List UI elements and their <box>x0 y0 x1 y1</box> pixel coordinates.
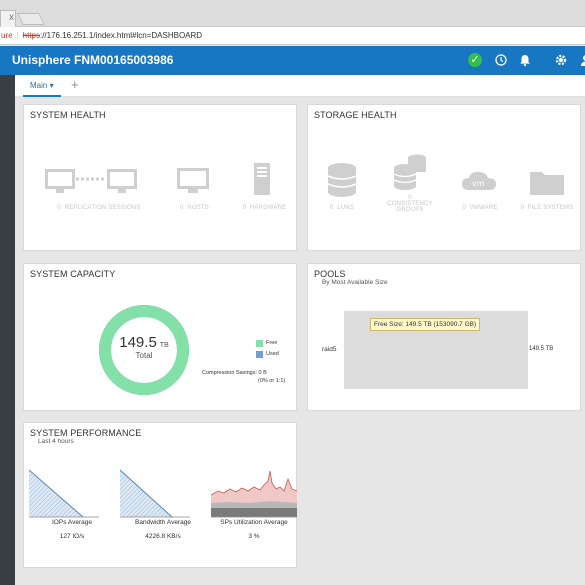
vmware-label[interactable]: 0 VMWARE <box>456 205 504 211</box>
performance-subtitle: Last 4 hours <box>38 438 74 445</box>
folder-icon[interactable] <box>529 168 565 196</box>
legend-used-swatch <box>256 351 263 358</box>
svg-text:vm: vm <box>472 179 485 188</box>
label: FILE SYSTEMS <box>527 205 574 211</box>
count: 0 <box>329 205 334 211</box>
browser-tabstrip: x <box>0 0 585 27</box>
sp-utilization-value: 3 % <box>248 533 260 540</box>
hardware-icon[interactable] <box>253 162 271 196</box>
file-systems-label[interactable]: 0 FILE SYSTEMS <box>516 205 578 211</box>
alerts-bell-icon[interactable] <box>518 53 532 67</box>
capacity-total-label: Total <box>135 351 153 360</box>
bandwidth-average-value: 4226.8 KB/s <box>145 533 181 540</box>
system-performance-panel: SYSTEM PERFORMANCE Last 4 hours IOPs Ave… <box>23 422 298 568</box>
luns-label[interactable]: 0 LUNS <box>322 205 362 211</box>
legend-used-label: Used <box>266 351 279 357</box>
vmware-icon[interactable]: vm <box>461 170 497 192</box>
settings-gear-icon[interactable] <box>554 53 568 67</box>
iops-average-value: 127 IO/s <box>59 533 85 540</box>
pools-subtitle: By Most Available Size <box>322 279 388 286</box>
system-capacity-panel: SYSTEM CAPACITY 149.5 TB Total Free Used … <box>23 263 297 411</box>
sp-utilization-label: SPs Utilization Average <box>220 519 288 526</box>
dashboard-tabs: Main ▾ + <box>15 75 585 97</box>
new-tab-button[interactable] <box>17 13 45 25</box>
tab-main-label: Main <box>30 81 48 90</box>
pool-name: raid5 <box>322 346 337 353</box>
replication-icon[interactable] <box>44 167 139 197</box>
label: HOSTS <box>187 205 209 211</box>
consistency-groups-icon[interactable] <box>392 152 428 190</box>
health-ok-icon[interactable]: ✓ <box>468 53 482 67</box>
tab-main[interactable]: Main ▾ <box>23 75 61 97</box>
bandwidth-average-label: Bandwidth Average <box>135 519 191 526</box>
consistency-groups-label[interactable]: 0 CONSISTENCY GROUPS <box>382 195 438 213</box>
app-title: Unisphere FNM00165003986 <box>12 53 174 67</box>
hosts-label[interactable]: 0 HOSTS <box>172 205 217 211</box>
label-line2: GROUPS <box>396 207 424 213</box>
panel-title: POOLS <box>314 269 346 279</box>
chevron-down-icon: ▾ <box>49 81 54 90</box>
lun-icon[interactable] <box>326 162 358 198</box>
panel-title: SYSTEM HEALTH <box>30 110 106 120</box>
address-separator: | <box>16 31 19 40</box>
security-warning[interactable]: ure <box>0 31 13 40</box>
tab-close-icon[interactable]: x <box>9 12 14 23</box>
count: 0 <box>57 205 61 211</box>
capacity-total-value: 149.5 <box>119 334 157 351</box>
replication-sessions-label[interactable]: 0 REPLICATION SESSIONS <box>44 205 154 211</box>
panel-title: STORAGE HEALTH <box>314 110 397 120</box>
legend-free-label: Free <box>266 340 278 346</box>
compression-savings: Compression Savings: 0 B <box>202 370 267 376</box>
sp-utilization-sparkline[interactable] <box>210 469 298 519</box>
url-text: ://176.16.251.1/index.html#lcn=DASHBOARD <box>39 31 203 40</box>
legend-free-swatch <box>256 340 263 347</box>
label: HARDWARE <box>249 205 287 211</box>
label: VMWARE <box>469 205 498 211</box>
label: LUNS <box>337 205 355 211</box>
pool-size: 149.5 TB <box>529 346 554 352</box>
panel-title: SYSTEM CAPACITY <box>30 269 116 279</box>
pools-panel: POOLS By Most Available Size raid5 149.5… <box>307 263 581 411</box>
capacity-total-unit: TB <box>159 342 169 349</box>
left-navigation-strip[interactable] <box>0 75 15 585</box>
storage-health-panel: STORAGE HEALTH 0 LUNS 0 CONSISTENCY GROUPS… <box>307 104 581 251</box>
pool-tooltip: Free Size: 149.5 TB (153090.7 GB) <box>370 318 481 331</box>
iops-sparkline[interactable] <box>28 469 100 519</box>
count: 0 <box>180 205 184 211</box>
panel-title: SYSTEM PERFORMANCE <box>30 428 142 438</box>
compression-ratio: (0% or 1:1) <box>258 378 286 384</box>
address-bar[interactable]: ure | https://176.16.251.1/index.html#lcn=… <box>0 27 585 45</box>
user-icon[interactable] <box>578 53 585 67</box>
label: REPLICATION SESSIONS <box>64 205 141 211</box>
bandwidth-sparkline[interactable] <box>119 469 191 519</box>
host-icon[interactable] <box>176 166 210 196</box>
iops-average-label: IOPs Average <box>52 519 92 526</box>
history-icon[interactable] <box>494 53 508 67</box>
app-header: Unisphere FNM00165003986 ✓ <box>0 46 585 75</box>
system-health-panel: SYSTEM HEALTH 0 REPLICATION SESSIONS 0 H… <box>23 104 297 251</box>
add-tab-button[interactable]: + <box>71 77 79 92</box>
capacity-center-label: 149.5 TB Total <box>98 334 190 360</box>
count: 0 <box>462 205 466 211</box>
count: 0 <box>520 205 525 211</box>
browser-tab[interactable]: x <box>0 10 16 27</box>
count: 0 <box>242 205 247 211</box>
url-scheme: https <box>22 31 40 40</box>
hardware-label[interactable]: 0 HARDWARE <box>237 205 292 211</box>
